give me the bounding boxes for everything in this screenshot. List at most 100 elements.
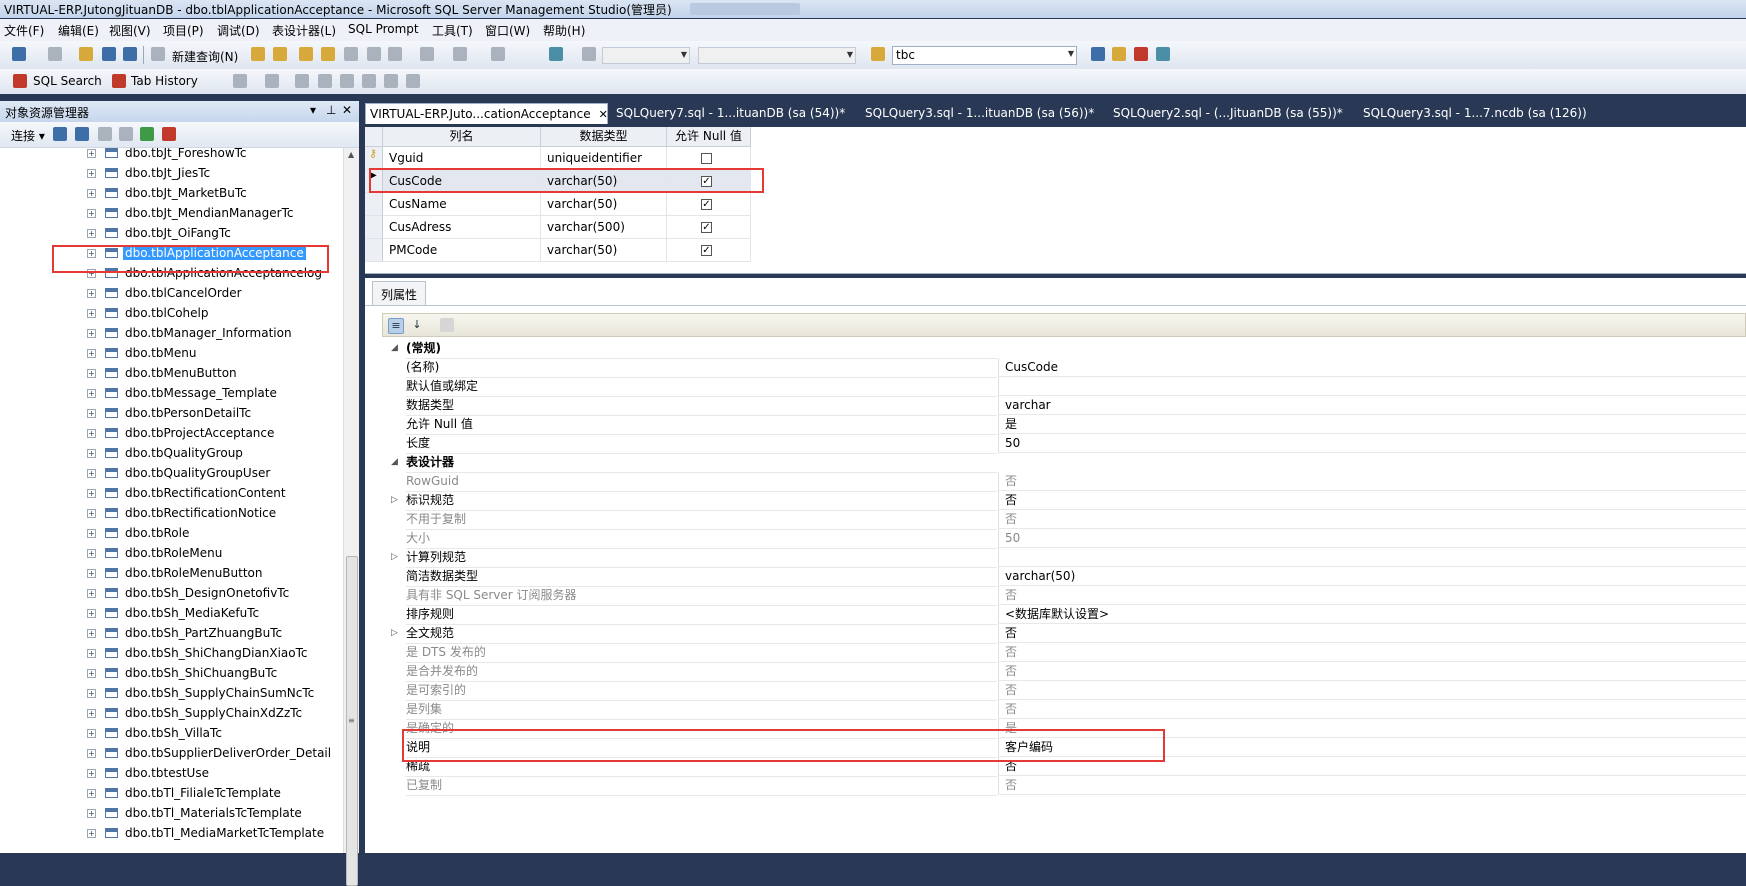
tab-table-designer[interactable]: VIRTUAL-ERP.Juto...cationAcceptance ✕ xyxy=(365,103,608,124)
table-icon[interactable] xyxy=(233,74,247,88)
cell-data-type[interactable]: varchar(50) xyxy=(541,193,667,216)
relationships-icon[interactable] xyxy=(295,74,309,88)
tree-scrollbar[interactable]: ▲ ≡ xyxy=(343,148,360,886)
expand-icon[interactable]: + xyxy=(87,829,96,838)
property-value[interactable]: 50 xyxy=(998,434,1746,453)
expand-icon[interactable]: + xyxy=(87,189,96,198)
property-value[interactable]: 否 xyxy=(998,681,1746,700)
property-row[interactable]: 简洁数据类型 varchar(50) xyxy=(382,567,1746,587)
property-row[interactable]: 不用于复制否 xyxy=(382,510,1746,530)
database-engine-query-icon[interactable] xyxy=(251,47,265,61)
allow-null-checkbox[interactable] xyxy=(701,153,712,164)
collapse-icon[interactable]: ◢ xyxy=(391,339,398,357)
property-value[interactable]: 否 xyxy=(998,586,1746,605)
cell-column-name[interactable]: CusName xyxy=(383,193,541,216)
allow-null-checkbox[interactable]: ✓ xyxy=(701,222,712,233)
fulltext-icon[interactable] xyxy=(340,74,354,88)
tab-sqlquery2[interactable]: SQLQuery2.sql - (...JituanDB (sa (55))* xyxy=(1109,103,1347,124)
xmla-query-icon[interactable] xyxy=(321,47,335,61)
allow-null-checkbox[interactable]: ✓ xyxy=(701,199,712,210)
property-row[interactable]: 是可索引的否 xyxy=(382,681,1746,701)
expand-icon[interactable]: + xyxy=(87,169,96,178)
property-category[interactable]: ◢ 表设计器 xyxy=(382,453,1746,473)
open-file-icon[interactable] xyxy=(79,47,93,61)
expand-icon[interactable]: + xyxy=(87,769,96,778)
menu-table-designer[interactable]: 表设计器(L) xyxy=(272,22,336,39)
expand-icon[interactable]: + xyxy=(87,149,96,158)
expand-icon[interactable]: + xyxy=(87,729,96,738)
expand-icon[interactable]: + xyxy=(87,589,96,598)
expand-icon[interactable]: + xyxy=(87,689,96,698)
key-icon[interactable] xyxy=(265,74,279,88)
cell-data-type[interactable]: varchar(500) xyxy=(541,216,667,239)
property-value[interactable]: <数据库默认设置> xyxy=(998,605,1746,624)
categorized-icon[interactable]: ≡ xyxy=(388,318,404,334)
execute-icon[interactable] xyxy=(582,47,596,61)
generate-script-icon[interactable] xyxy=(406,74,420,88)
row-header[interactable] xyxy=(365,239,383,262)
property-row[interactable]: ▷ 全文规范否 xyxy=(382,624,1746,644)
cell-data-type[interactable]: varchar(50) xyxy=(541,239,667,262)
property-row[interactable]: 排序规则 <数据库默认设置> xyxy=(382,605,1746,625)
property-row[interactable]: ▷ 计算列规范 xyxy=(382,548,1746,568)
row-header[interactable] xyxy=(365,216,383,239)
property-value[interactable]: 否 xyxy=(998,643,1746,662)
paste-icon[interactable] xyxy=(388,47,402,61)
panel-dropdown-icon[interactable]: ▾ xyxy=(310,103,316,117)
tab-sqlquery3-a[interactable]: SQLQuery3.sql - 1...ituanDB (sa (56))* xyxy=(861,103,1098,124)
expand-icon[interactable]: + xyxy=(87,609,96,618)
disconnect-icon[interactable] xyxy=(75,127,89,141)
property-row[interactable]: (名称) CusCode xyxy=(382,358,1746,378)
mdx-query-icon[interactable] xyxy=(299,47,313,61)
primary-key-indicator[interactable]: ⚷ xyxy=(365,147,383,170)
collapse-icon[interactable]: ◢ xyxy=(391,453,398,471)
expand-icon[interactable]: + xyxy=(87,649,96,658)
property-category[interactable]: ◢ (常规) xyxy=(382,339,1746,359)
indexes-icon[interactable] xyxy=(318,74,332,88)
tab-history-button[interactable]: Tab History xyxy=(131,74,198,88)
menu-project[interactable]: 项目(P) xyxy=(163,22,204,39)
expand-icon[interactable]: + xyxy=(87,209,96,218)
stop-icon[interactable] xyxy=(98,127,112,141)
close-icon[interactable]: ✕ xyxy=(599,108,608,121)
xml-index-icon[interactable] xyxy=(362,74,376,88)
change-connection-icon[interactable] xyxy=(871,47,885,61)
property-row[interactable]: 是列集否 xyxy=(382,700,1746,720)
property-value[interactable]: 否 xyxy=(998,662,1746,681)
connect-object-explorer-icon[interactable] xyxy=(53,127,67,141)
menu-view[interactable]: 视图(V) xyxy=(109,22,151,39)
cell-column-name[interactable]: Vguid xyxy=(383,147,541,170)
platform-combo[interactable]: ▼ xyxy=(698,47,856,64)
save-all-icon[interactable] xyxy=(123,47,137,61)
menu-sql-prompt[interactable]: SQL Prompt xyxy=(348,22,419,36)
menu-file[interactable]: 文件(F) xyxy=(4,22,44,39)
property-value[interactable]: 否 xyxy=(998,510,1746,529)
filter-icon[interactable] xyxy=(119,127,133,141)
expand-icon[interactable]: + xyxy=(87,549,96,558)
expand-icon[interactable]: + xyxy=(87,329,96,338)
expand-icon[interactable]: + xyxy=(87,449,96,458)
property-row[interactable]: 是合并发布的否 xyxy=(382,662,1746,682)
expand-icon[interactable]: + xyxy=(87,529,96,538)
scroll-up-icon[interactable]: ▲ xyxy=(348,150,354,159)
cell-column-name[interactable]: PMCode xyxy=(383,239,541,262)
tab-column-properties[interactable]: 列属性 xyxy=(372,281,427,305)
expand-icon[interactable]: ▷ xyxy=(391,491,398,509)
cell-column-name[interactable]: CusAdress xyxy=(383,216,541,239)
property-value[interactable]: CusCode xyxy=(998,358,1746,377)
property-row[interactable]: 数据类型 varchar xyxy=(382,396,1746,416)
expand-icon[interactable]: + xyxy=(87,509,96,518)
property-row[interactable]: 是 DTS 发布的否 xyxy=(382,643,1746,663)
new-query-button[interactable]: 新建查询(N) xyxy=(172,48,238,65)
property-row[interactable]: ▷ 标识规范否 xyxy=(382,491,1746,511)
expand-icon[interactable]: + xyxy=(87,749,96,758)
allow-null-checkbox[interactable]: ✓ xyxy=(701,245,712,256)
connect-button[interactable]: 连接 ▾ xyxy=(11,127,45,144)
close-icon[interactable]: ✕ xyxy=(342,103,352,117)
menu-tools[interactable]: 工具(T) xyxy=(432,22,473,39)
add-item-icon[interactable] xyxy=(48,47,62,61)
new-query-icon[interactable] xyxy=(151,47,165,61)
property-value[interactable] xyxy=(998,377,1746,396)
property-pages-icon[interactable] xyxy=(440,318,454,332)
activity-monitor-icon[interactable] xyxy=(549,47,563,61)
